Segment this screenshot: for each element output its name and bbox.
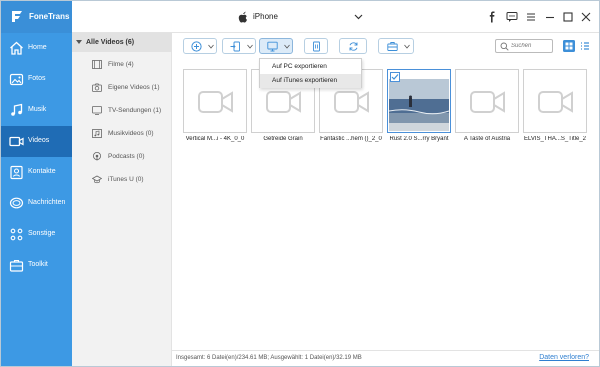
monitor-export-icon	[267, 41, 278, 52]
toolbox-button[interactable]	[378, 38, 414, 54]
export-to-pc-button[interactable]	[259, 38, 293, 54]
checkmark-icon	[391, 74, 399, 80]
video-thumbnail[interactable]	[523, 69, 587, 133]
selection-checkbox[interactable]	[390, 72, 400, 82]
video-tile-selected[interactable]: Rust 2.0 S...rry Bryant	[387, 69, 451, 151]
menu-item-export-to-itunes[interactable]: Auf iTunes exportieren	[260, 74, 361, 88]
video-camera-placeholder-icon	[198, 91, 233, 113]
chevron-down-icon	[208, 44, 214, 49]
nav-item-toolkit[interactable]: Toolkit	[1, 250, 72, 281]
export-to-device-button[interactable]	[222, 38, 256, 54]
delete-button[interactable]	[304, 38, 328, 54]
status-summary: Insgesamt: 6 Datei(en)/234.61 MB; Ausgew…	[176, 355, 362, 361]
video-camera-placeholder-icon	[266, 91, 301, 113]
search-input[interactable]	[511, 41, 551, 51]
video-title: Rust 2.0 S...rry Bryant	[389, 136, 449, 142]
camera-icon	[92, 83, 102, 92]
feedback-icon[interactable]	[506, 11, 518, 23]
messages-icon	[9, 197, 24, 209]
video-title: Fantastic ...hem ()_2_0	[320, 136, 382, 142]
nav-item-kontakte[interactable]: Kontakte	[1, 157, 72, 188]
category-panel: Alle Videos (6) Filme (4) Eigene Videos …	[72, 33, 172, 366]
maximize-icon[interactable]	[562, 11, 574, 23]
app-logo: FoneTrans	[1, 1, 72, 33]
app-window: FoneTrans iPhone Home Fotos Musik Videos…	[0, 0, 600, 367]
nav-item-nachrichten[interactable]: Nachrichten	[1, 188, 72, 219]
search-box[interactable]	[495, 39, 553, 53]
export-dropdown-menu: Auf PC exportieren Auf iTunes exportiere…	[259, 58, 362, 88]
video-title: Getreide Grain	[263, 136, 303, 142]
nav-item-musik[interactable]: Musik	[1, 95, 72, 126]
main-navigation: Home Fotos Musik Videos Kontakte Nachric…	[1, 33, 72, 366]
fonetrans-logo-icon	[12, 11, 22, 22]
close-icon[interactable]	[580, 11, 592, 23]
category-musikvideos[interactable]: Musikvideos (0)	[92, 127, 172, 141]
app-name: FoneTrans	[29, 12, 70, 21]
video-tile[interactable]: A Taste of Austria	[455, 69, 519, 151]
chevron-down-icon	[247, 44, 253, 49]
video-tile[interactable]: Vertical M...i - 4K_0_0	[183, 69, 247, 151]
video-camera-placeholder-icon	[334, 91, 369, 113]
add-circle-icon	[191, 41, 202, 52]
refresh-button[interactable]	[339, 38, 367, 54]
video-camera-placeholder-icon	[470, 91, 505, 113]
music-video-icon	[92, 129, 102, 138]
grid-view-icon[interactable]	[563, 40, 575, 52]
data-lost-link[interactable]: Daten verloren?	[539, 354, 589, 361]
chevron-down-icon	[404, 44, 410, 49]
facebook-icon[interactable]	[486, 11, 498, 23]
tv-icon	[92, 106, 102, 115]
toolbox-icon	[387, 42, 398, 51]
category-podcasts[interactable]: Podcasts (0)	[92, 150, 172, 164]
add-button[interactable]	[183, 38, 217, 54]
apple-icon	[238, 11, 247, 23]
expand-triangle-icon	[76, 40, 82, 44]
video-tile[interactable]: ELVIS_THA...S_Title_2	[523, 69, 587, 151]
device-selector[interactable]: iPhone	[238, 11, 366, 23]
nav-item-sonstige[interactable]: Sonstige	[1, 219, 72, 250]
category-all-videos[interactable]: Alle Videos (6)	[72, 33, 172, 52]
category-eigene-videos[interactable]: Eigene Videos (1)	[92, 81, 172, 95]
video-thumbnail[interactable]	[455, 69, 519, 133]
photos-icon	[9, 73, 24, 86]
trash-icon	[313, 41, 320, 52]
chevron-down-icon	[354, 14, 363, 20]
itunes-u-icon	[92, 175, 102, 184]
nav-item-fotos[interactable]: Fotos	[1, 64, 72, 95]
search-icon	[500, 42, 509, 51]
title-bar: FoneTrans iPhone	[1, 1, 599, 33]
status-bar: Insgesamt: 6 Datei(en)/234.61 MB; Ausgew…	[172, 350, 599, 366]
category-filme[interactable]: Filme (4)	[92, 58, 172, 72]
menu-item-export-to-pc[interactable]: Auf PC exportieren	[260, 60, 361, 74]
video-icon	[9, 136, 24, 147]
home-icon	[10, 41, 23, 55]
video-grid: Vertical M...i - 4K_0_0 Getreide Grain F…	[172, 60, 599, 350]
toolkit-icon	[9, 259, 24, 272]
device-name: iPhone	[253, 12, 278, 21]
chevron-down-icon	[284, 44, 290, 49]
contacts-icon	[10, 165, 23, 180]
film-icon	[92, 60, 102, 69]
refresh-icon	[349, 42, 358, 51]
menu-icon[interactable]	[525, 11, 537, 23]
other-icon	[10, 228, 23, 241]
toolbar	[172, 33, 599, 60]
video-title: A Taste of Austria	[463, 136, 511, 142]
video-title: ELVIS_THA...S_Title_2	[523, 136, 587, 142]
category-itunes-u[interactable]: iTunes U (0)	[92, 173, 172, 187]
podcast-icon	[93, 152, 101, 161]
video-thumbnail[interactable]	[183, 69, 247, 133]
minimize-icon[interactable]	[544, 11, 556, 23]
video-title: Vertical M...i - 4K_0_0	[185, 136, 245, 142]
phone-export-icon	[230, 41, 240, 52]
video-camera-placeholder-icon	[538, 91, 573, 113]
category-tv-sendungen[interactable]: TV-Sendungen (1)	[92, 104, 172, 118]
nav-item-videos[interactable]: Videos	[1, 126, 72, 157]
nav-item-home[interactable]: Home	[1, 33, 72, 64]
music-icon	[11, 103, 23, 116]
list-view-icon[interactable]	[579, 40, 591, 52]
video-thumbnail[interactable]	[387, 69, 451, 133]
